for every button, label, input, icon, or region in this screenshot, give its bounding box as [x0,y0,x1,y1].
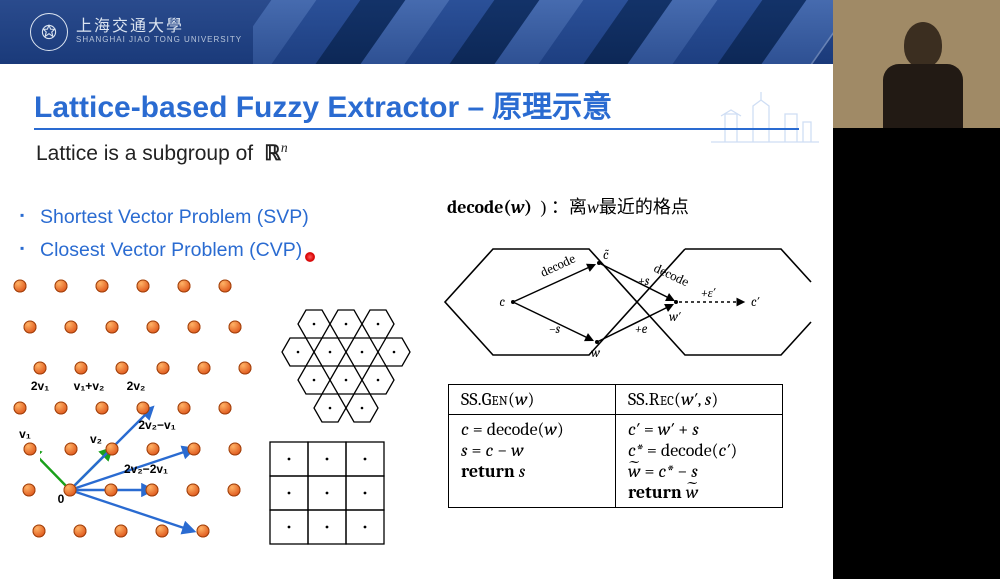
label-v2: v₂ [90,432,102,446]
gen-header: SS.Gen(w) [449,385,616,415]
decode-caption: decode(w) ) ：离w最近的格点 [447,193,689,219]
presenter-webcam [833,0,1000,128]
lattice-diagram: 2v₁ v₁+v₂ 2v₂ v₁ v₂ 2v₂−v₁ 2v₂−2v₁ 0 [40,286,248,538]
label-decode-1: decode [538,251,578,280]
label-origin: 0 [58,492,65,506]
university-name-cn: 上海交通大學 [76,19,242,36]
label-2v2-minus-v1: 2v₂−v₁ [138,418,175,432]
decode-diagram: c c̃ c′ w w′ decode decode +s −s +e +ε′ [443,223,813,381]
label-2v2-minus-2v1: 2v₂−2v₁ [124,462,168,476]
label-v1-plus-v2: v₁+v₂ [74,379,105,393]
label-plus-s: +s [638,274,650,289]
label-2v2: 2v₂ [127,379,146,393]
label-c-prime: c′ [751,295,760,310]
title-english: Lattice-based Fuzzy Extractor – [34,91,484,125]
logo-emblem [30,13,68,51]
logo-text: 上海交通大學 SHANGHAI JIAO TONG UNIVERSITY [76,19,242,44]
slide-header-band: 上海交通大學 SHANGHAI JIAO TONG UNIVERSITY [0,0,833,64]
label-v1: v₁ [19,427,31,441]
subhead-text: Lattice is a subgroup of [36,142,253,165]
gen-body: c = decode(w) s = c − w return s [449,415,616,508]
label-plus-ep: +ε′ [701,286,716,301]
university-name-en: SHANGHAI JIAO TONG UNIVERSITY [76,36,242,44]
building-silhouette-icon [707,86,827,154]
label-c: c [499,295,505,310]
square-tiling-diagram [266,438,396,552]
label-2v1: 2v₁ [31,379,49,393]
label-decode-2: decode [651,261,691,290]
label-w-prime: w′ [669,310,681,325]
slide-content: 2v₁ v₁+v₂ 2v₂ v₁ v₂ 2v₂−v₁ 2v₂−2v₁ 0 [0,278,833,578]
label-minus-s: −s [549,322,561,337]
header-decoration [253,0,833,64]
title-chinese: 原理示意 [492,82,612,126]
label-w: w [591,346,601,361]
laser-pointer-icon [305,252,315,262]
presentation-slide: 上海交通大學 SHANGHAI JIAO TONG UNIVERSITY Lat… [0,0,833,579]
gear-star-icon [38,21,60,43]
label-c-tilde: c̃ [603,248,609,263]
algorithm-table: SS.Gen(w) SS.Rec(w′, s) c = decode(w) s … [448,384,783,508]
bullet-cvp-text: Closest Vector Problem (CVP) [40,239,302,261]
hex-tiling-diagram [261,284,431,430]
math-R-n: ℝn [259,141,288,165]
label-plus-e: +e [635,322,648,337]
rec-header: SS.Rec(w′, s) [616,385,783,415]
rec-body: c′ = w′ + s c* = decode(c′) w = c* − s r… [616,415,783,508]
university-logo: 上海交通大學 SHANGHAI JIAO TONG UNIVERSITY [30,13,242,51]
